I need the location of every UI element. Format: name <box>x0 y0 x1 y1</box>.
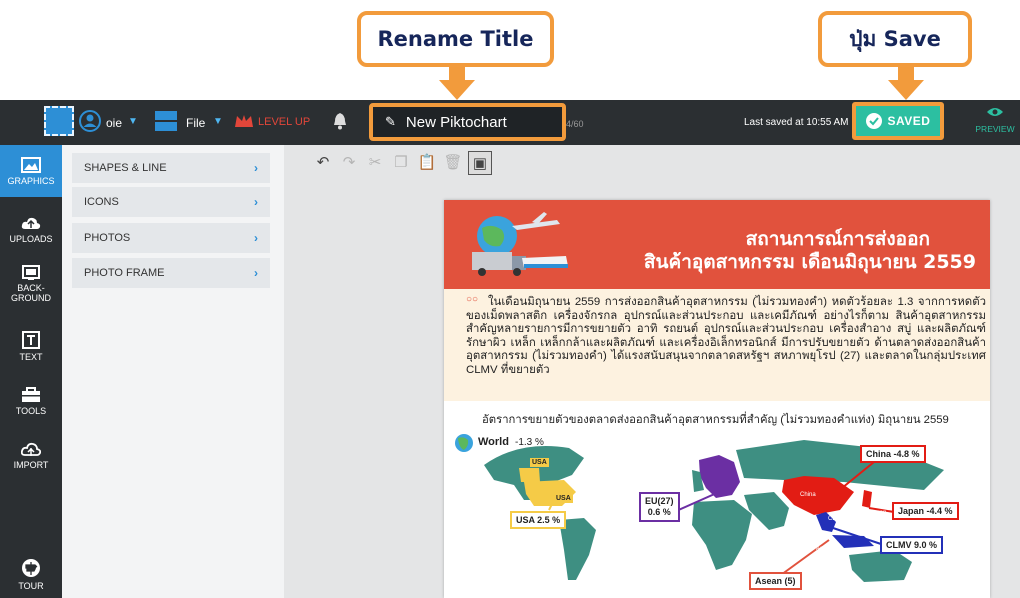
nav-tools-label: TOOLS <box>15 405 47 416</box>
china-map-label: China <box>800 492 816 498</box>
save-callout: ปุ่ม Save <box>818 11 972 67</box>
category-label: ICONS <box>84 196 119 208</box>
china-label: China -4.8 % <box>860 445 926 463</box>
asean-map-label: Asean(5) <box>816 546 841 552</box>
asean-label: Asean (5) <box>749 572 802 590</box>
export-transport-illustration <box>472 212 568 276</box>
trash-icon[interactable]: 🗑 <box>442 151 464 173</box>
user-name[interactable]: oie <box>106 116 122 130</box>
nav-tour[interactable]: TOUR <box>0 550 62 598</box>
signpost-icon <box>22 558 40 577</box>
toolbox-icon <box>22 386 40 402</box>
cut-icon[interactable]: ✂ <box>364 151 386 173</box>
nav-text-label: TEXT <box>19 351 43 362</box>
eye-icon <box>987 108 1003 116</box>
rename-title-callout: Rename Title <box>357 11 554 67</box>
usa-label: USA 2.5 % <box>510 511 567 529</box>
nav-text[interactable]: TEXT <box>0 320 62 372</box>
saved-button[interactable]: SAVED <box>852 102 944 140</box>
nav-background[interactable]: BACK- GROUND <box>0 255 62 313</box>
save-arrow <box>888 66 924 100</box>
usa-map-label: USA <box>554 494 573 503</box>
eu-map-label: EU(27) <box>680 464 700 470</box>
preview-label: PREVIEW <box>975 124 1015 134</box>
poster-summary-text: ในเดือนมิถุนายน 2559 การส่งออกสินค้าอุตส… <box>466 296 986 376</box>
title-field[interactable]: ✎ New Piktochart <box>369 103 566 141</box>
nav-graphics[interactable]: GRAPHICS <box>0 145 62 197</box>
map-subtitle: อัตราการขยายตัวของตลาดส่งออกสินค้าอุตสาห… <box>482 414 949 426</box>
nav-import[interactable]: IMPORT <box>0 429 62 481</box>
preview-button[interactable]: PREVIEW <box>975 105 1015 134</box>
nav-uploads-label: UPLOADS <box>9 233 53 244</box>
crown-icon[interactable] <box>234 114 254 128</box>
saved-label: SAVED <box>887 114 931 128</box>
piktochart-logo[interactable] <box>44 106 74 136</box>
save-callout-text: ปุ่ม Save <box>849 26 941 51</box>
file-menu[interactable]: File <box>186 116 205 130</box>
level-up-link[interactable]: LEVEL UP <box>258 116 310 128</box>
paste-icon[interactable]: 📋 <box>416 151 438 173</box>
select-frame-icon[interactable]: ▣ <box>468 151 492 175</box>
world-value: -1.3 % <box>515 437 544 448</box>
title-char-count: 4/60 <box>566 119 584 129</box>
nav-import-label: IMPORT <box>13 459 49 470</box>
graphics-panel: SHAPES & LINE › ICONS › PHOTOS › PHOTO FRAM… <box>62 145 284 598</box>
category-label: PHOTO FRAME <box>84 267 165 279</box>
cloud-upload-icon <box>21 217 41 229</box>
eu-label: EU(27) 0.6 % <box>639 492 680 522</box>
chevron-right-icon: › <box>254 195 258 209</box>
clmv-label: CLMV 9.0 % <box>880 536 944 554</box>
rename-arrow <box>439 66 475 100</box>
category-photos[interactable]: PHOTOS › <box>72 223 270 253</box>
poster-title-line-2: สินค้าอุตสาหกรรม เดือนมิถุนายน 2559 <box>643 251 976 273</box>
category-icons[interactable]: ICONS › <box>72 187 270 217</box>
nav-uploads[interactable]: UPLOADS <box>0 203 62 255</box>
chevron-down-icon[interactable]: ▼ <box>213 116 223 127</box>
rename-title-callout-text: Rename Title <box>377 27 534 51</box>
check-circle-icon <box>865 113 882 129</box>
user-avatar-icon[interactable] <box>79 110 101 132</box>
left-sidebar: GRAPHICS UPLOADS BACK- GROUND TEXT TOOLS… <box>0 145 62 598</box>
clmv-map-label: CLMV <box>828 516 845 522</box>
chevron-right-icon: › <box>254 266 258 280</box>
text-icon <box>22 330 40 349</box>
nav-graphics-label: GRAPHICS <box>7 175 55 186</box>
pencil-icon: ✎ <box>385 114 396 129</box>
poster-summary-box: ○○ ในเดือนมิถุนายน 2559 การส่งออกสินค้าอ… <box>444 289 990 401</box>
cloud-import-icon <box>21 442 41 456</box>
infographic-poster[interactable]: สถานการณ์การส่งออก สินค้าอุตสาหกรรม เดือ… <box>444 200 990 598</box>
eu-label-name: EU(27) <box>645 496 674 506</box>
world-label: World <box>478 436 509 448</box>
image-icon <box>21 156 41 173</box>
redo-icon[interactable]: ↷ <box>338 151 360 173</box>
chevron-right-icon: › <box>254 231 258 245</box>
canvas-area: ↶ ↷ ✂ ❐ 📋 🗑 ▣ สถานการณ์การส่งออก สินค้าอ… <box>284 145 1020 598</box>
last-saved-text: Last saved at 10:55 AM <box>744 117 849 128</box>
japan-label: Japan -4.4 % <box>892 502 959 520</box>
title-text[interactable]: New Piktochart <box>406 114 507 131</box>
undo-icon[interactable]: ↶ <box>312 151 334 173</box>
nav-tour-label: TOUR <box>18 580 44 591</box>
world-map: World -1.3 % USA USA USA 2.5 % EU(27) 0.… <box>444 430 990 598</box>
category-label: SHAPES & LINE <box>84 162 167 174</box>
copy-icon[interactable]: ❐ <box>390 151 412 173</box>
chevron-down-icon[interactable]: ▼ <box>128 116 138 127</box>
usa-map-label: USA <box>530 458 549 467</box>
top-bar: oie ▼ File ▼ LEVEL UP ✎ New Piktochart 4… <box>0 100 1020 145</box>
bell-icon[interactable] <box>333 112 347 130</box>
category-label: PHOTOS <box>84 232 131 244</box>
file-icon[interactable] <box>154 109 178 133</box>
japan-map-label: Japan <box>870 510 887 516</box>
nav-background-label: BACK- GROUND <box>11 283 51 303</box>
background-icon <box>22 265 40 280</box>
nav-tools[interactable]: TOOLS <box>0 375 62 427</box>
edit-toolbar: ↶ ↷ ✂ ❐ 📋 🗑 ▣ <box>312 151 496 175</box>
eu-label-value: 0.6 % <box>647 507 671 517</box>
poster-header: สถานการณ์การส่งออก สินค้าอุตสาหกรรม เดือ… <box>444 200 990 289</box>
category-photo-frame[interactable]: PHOTO FRAME › <box>72 258 270 288</box>
category-shapes-line[interactable]: SHAPES & LINE › <box>72 153 270 183</box>
chevron-right-icon: › <box>254 161 258 175</box>
